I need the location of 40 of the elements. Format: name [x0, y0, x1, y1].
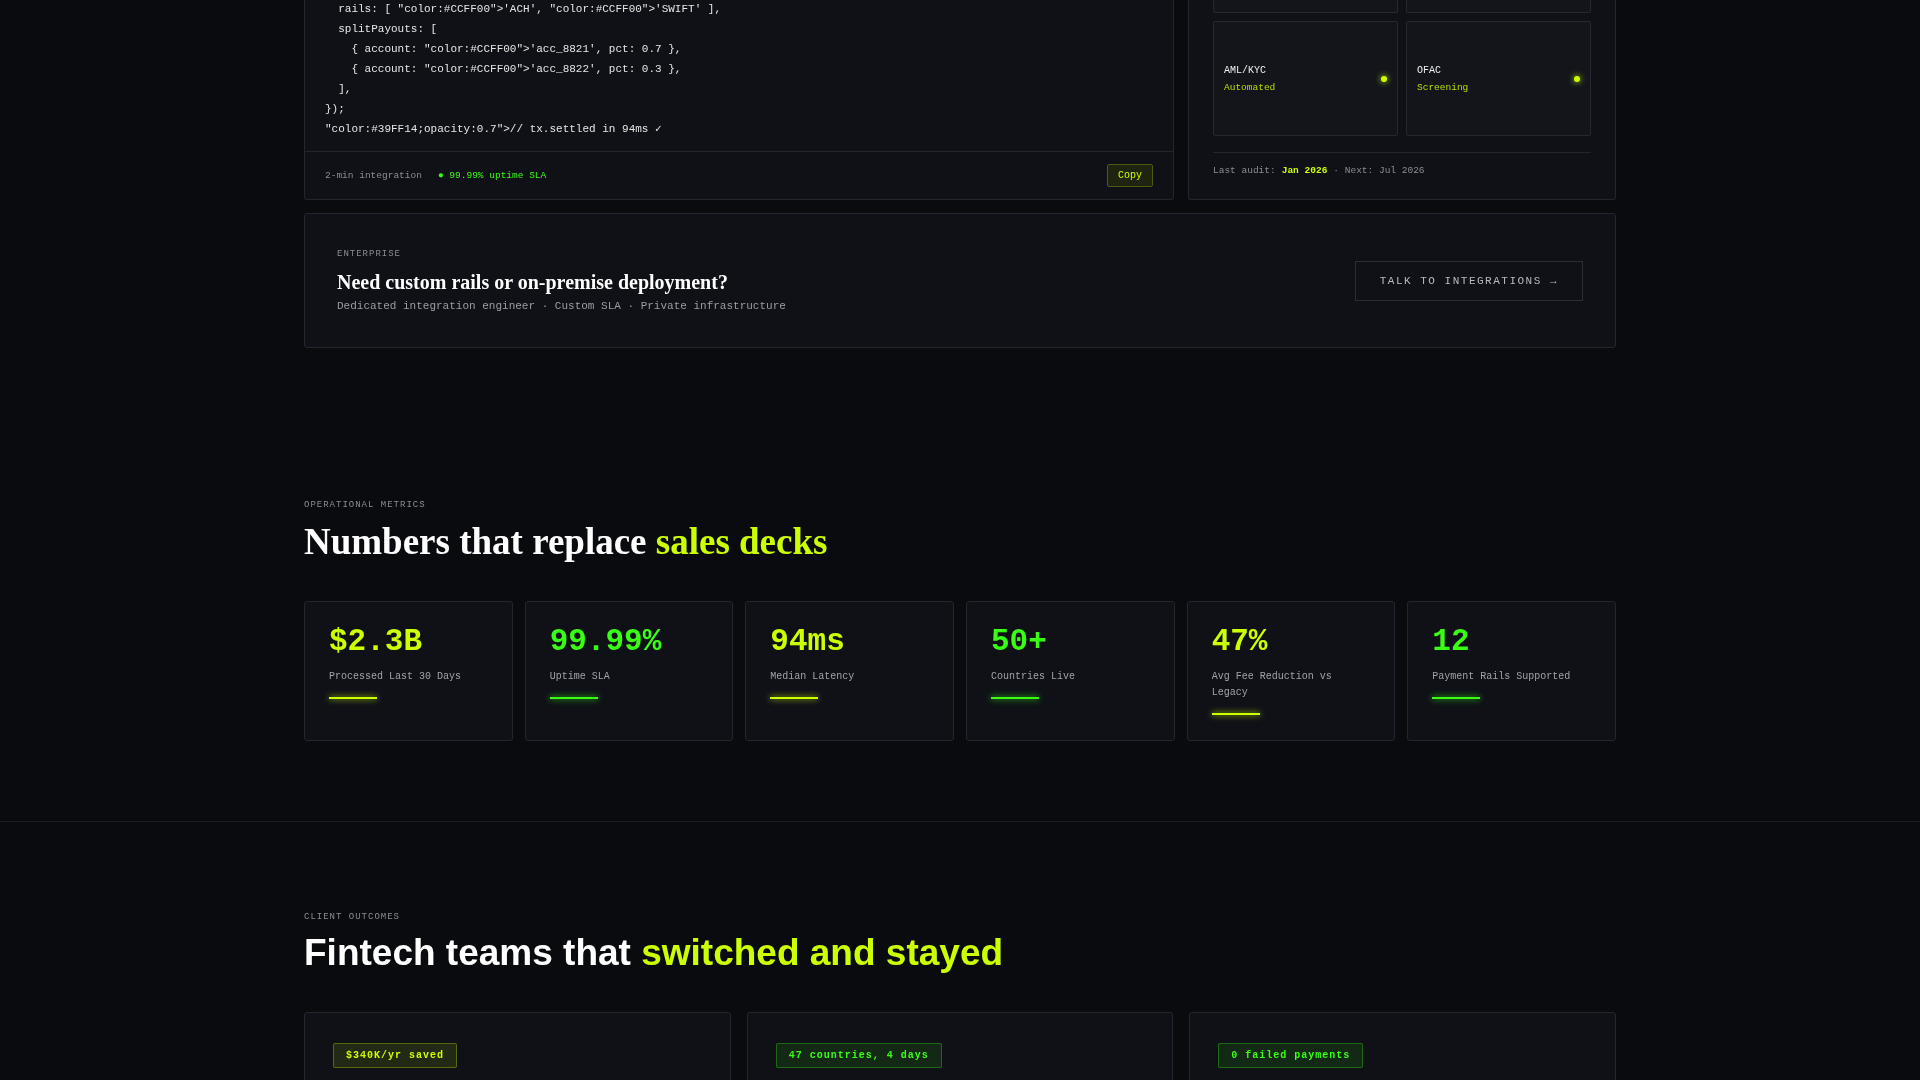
audit-label: Last audit:: [1213, 165, 1276, 176]
metric-value: 47%: [1211, 624, 1269, 659]
code-line: rails: [ "color:#CCFF00">'ACH', "color:#CCFF00">'SWIFT' ],: [337, 2, 723, 17]
metric-label: Median Latency: [770, 670, 856, 684]
sla-status: ● 99.99% uptime SLA: [437, 170, 547, 181]
metric-label: Payment Rails Supported: [1432, 670, 1572, 684]
code-line: ],: [337, 82, 353, 97]
code-line: { account: "color:#CCFF00">'acc_8821', pct: 0.7 },: [350, 42, 683, 57]
next-audit: · Next: Jul 2026: [1333, 165, 1425, 176]
metric-value: 50+: [991, 624, 1048, 659]
tile-status: Screening: [1417, 81, 1469, 93]
metric-value: 12: [1432, 624, 1471, 659]
metric-label: Avg Fee Reduction vs Legacy: [1211, 670, 1333, 700]
tile-status: Automated: [1224, 81, 1276, 93]
section-label: CLIENT OUTCOMES: [304, 912, 401, 922]
metric-label: Uptime SLA: [549, 670, 611, 684]
enterprise-subtitle: Dedicated integration engineer · Custom SLA · Private infrastructure: [337, 300, 786, 312]
audit-date: Jan 2026: [1281, 165, 1328, 176]
talk-to-integrations-button[interactable]: TALK TO INTEGRATIONS →: [1354, 260, 1583, 301]
tile-title: OFAC: [1417, 64, 1442, 76]
metric-label: Countries Live: [991, 670, 1076, 684]
copy-button[interactable]: Copy: [1107, 164, 1153, 187]
tile-title: AML/KYC: [1224, 64, 1267, 76]
outcome-badge: 47 countries, 4 days: [775, 1043, 942, 1068]
section-heading: Fintech teams that switched and stayed: [304, 932, 1005, 974]
code-line: splitPayouts: [: [337, 22, 439, 37]
metric-label: Processed Last 30 Days: [329, 670, 463, 684]
enterprise-title: Need custom rails or on-premise deployment?: [337, 271, 729, 294]
metric-value: $2.3B: [329, 624, 423, 659]
code-line: { account: "color:#CCFF00">'acc_8822', pct: 0.3 },: [350, 62, 683, 77]
metric-value: 94ms: [770, 624, 846, 659]
metric-value: 99.99%: [549, 624, 663, 659]
integration-note: 2-min integration: [325, 170, 422, 181]
outcome-badge: $340K/yr saved: [333, 1043, 457, 1068]
section-heading: Numbers that replace sales decks: [304, 520, 829, 563]
outcome-badge: 0 failed payments: [1218, 1043, 1364, 1068]
eyebrow-label: ENTERPRISE: [337, 249, 402, 259]
code-line: });: [325, 102, 346, 117]
section-label: OPERATIONAL METRICS: [304, 500, 427, 510]
code-line: "color:#39FF14;opacity:0.7">// tx.settled in 94ms ✓: [325, 122, 663, 137]
